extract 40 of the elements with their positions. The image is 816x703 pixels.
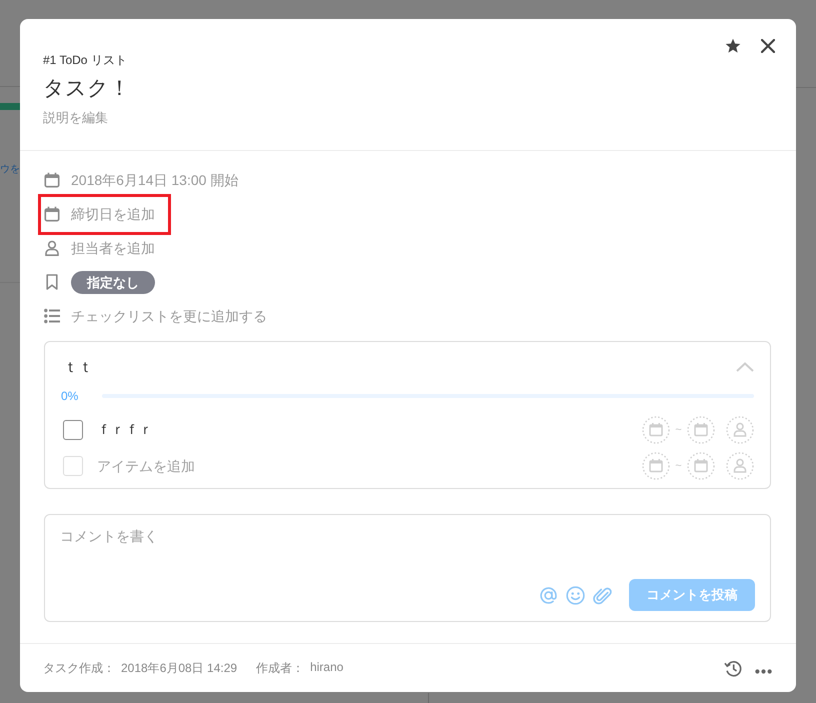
person-icon [44, 240, 60, 256]
add-due-date-link[interactable]: 締切日を追加 [71, 204, 155, 224]
meta-value: hirano [310, 660, 344, 676]
meta-value: 2018年6月08日 14:29 [121, 660, 238, 676]
history-icon[interactable] [724, 658, 743, 678]
person-icon[interactable] [726, 416, 754, 444]
bookmark-icon [44, 274, 60, 290]
edit-description-link[interactable]: 説明を編集 [43, 109, 108, 127]
date-range-separator: ~ [674, 424, 683, 436]
task-title: タスク！ [43, 76, 130, 102]
accent-bar [0, 103, 20, 110]
more-icon[interactable] [755, 668, 772, 674]
star-icon[interactable] [725, 38, 741, 54]
add-checklist-link[interactable]: チェックリストを更に追加する [71, 306, 267, 326]
smiley-icon[interactable] [566, 586, 585, 604]
calendar-icon[interactable] [642, 452, 670, 480]
calendar-icon[interactable] [687, 416, 715, 444]
checklist-title: ｔｔ [63, 358, 93, 376]
meta-label: 作成者： [256, 660, 304, 676]
calendar-icon[interactable] [687, 452, 715, 480]
comment-field[interactable]: コメントを書く [45, 515, 770, 565]
checkbox[interactable] [63, 420, 83, 440]
calendar-icon [44, 206, 60, 222]
close-icon[interactable] [761, 39, 775, 53]
tag-pill[interactable]: 指定なし [71, 270, 155, 294]
person-icon[interactable] [726, 452, 754, 480]
date-range-separator: ~ [674, 460, 683, 472]
link-text: ウを [0, 163, 20, 176]
mention-icon[interactable] [539, 586, 558, 604]
meta-label: タスク作成： [43, 660, 115, 676]
list-icon [44, 308, 60, 324]
start-date-text: 2018年6月14日 13:00 開始 [71, 171, 238, 190]
progress-percent: 0% [61, 389, 80, 403]
add-assignee-link[interactable]: 担当者を追加 [71, 238, 155, 258]
chevron-up-icon[interactable] [736, 362, 754, 372]
paperclip-icon[interactable] [593, 586, 612, 604]
list-name: #1 ToDo リスト [43, 52, 127, 68]
calendar-icon[interactable] [642, 416, 670, 444]
checklist-item-text[interactable]: ｆｒｆｒ [97, 421, 153, 439]
calendar-icon [44, 172, 60, 188]
